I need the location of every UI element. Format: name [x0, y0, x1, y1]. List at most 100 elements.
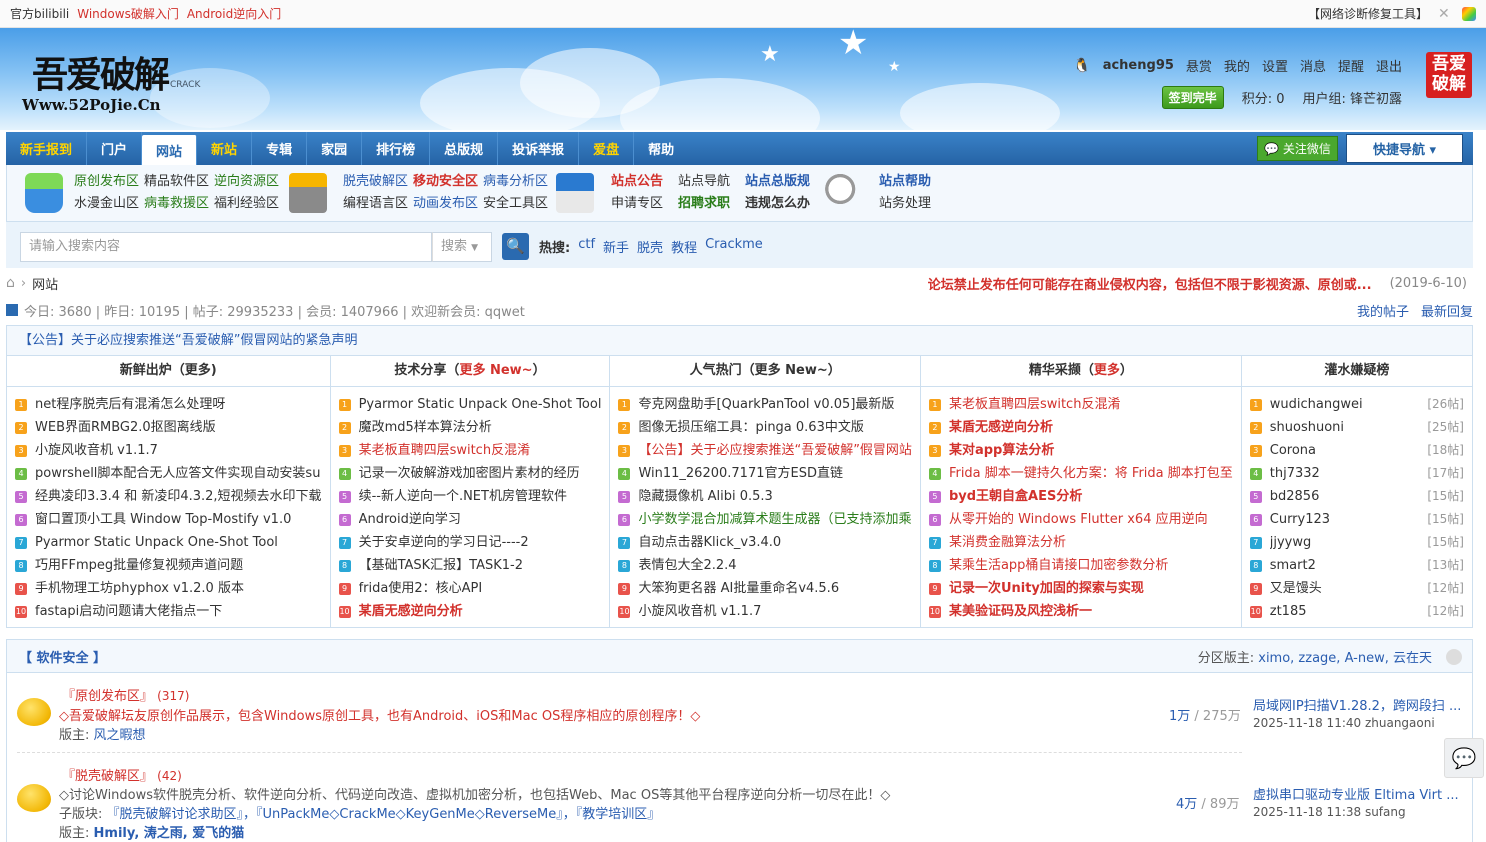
- menu-logout[interactable]: 退出: [1376, 56, 1402, 75]
- list-item[interactable]: 8 【基础TASK汇报】TASK1-2: [338, 554, 610, 577]
- sub-siterules[interactable]: 站点总版规: [745, 174, 810, 189]
- list-item[interactable]: 1 某老板直聘四层switch反混淆: [928, 393, 1241, 416]
- item-title[interactable]: 小旋风收音机 v1.1.7: [35, 439, 322, 462]
- head-more[interactable]: 更多 New~: [459, 363, 532, 378]
- item-title[interactable]: 又是馒头: [1270, 577, 1428, 600]
- sub-site-affairs[interactable]: 站务处理: [879, 196, 931, 211]
- column-head[interactable]: 人气热门（更多 New~）: [610, 356, 920, 387]
- item-title[interactable]: 某老板直聘四层switch反混淆: [359, 439, 602, 462]
- last-post-link[interactable]: 局域网IP扫描V1.28.2，跨网段扫 ...: [1253, 695, 1461, 714]
- head-more[interactable]: 更多: [1094, 363, 1120, 378]
- list-item[interactable]: 6 小学数学混合加减算术题生成器（已支持添加乘: [618, 508, 919, 531]
- forum-mods[interactable]: 风之暇想: [94, 728, 146, 743]
- item-title[interactable]: Corona: [1270, 439, 1428, 462]
- list-item[interactable]: 4 Frida 脚本一键持久化方案：将 Frida 脚本打包至: [928, 462, 1241, 485]
- list-item[interactable]: 5 byd王朝自盒AES分析: [928, 485, 1241, 508]
- item-title[interactable]: 某盾无感逆向分析: [949, 416, 1233, 439]
- nav-help[interactable]: 帮助: [634, 132, 688, 165]
- top-notice-link[interactable]: 论坛禁止发布任何可能存在商业侵权内容，包括但不限于影视资源、原创或...: [928, 274, 1372, 293]
- item-title[interactable]: 记录一次Unity加固的探索与实现: [949, 577, 1233, 600]
- list-item[interactable]: 9 frida使用2：核心API: [338, 577, 610, 600]
- collapse-icon[interactable]: [1446, 649, 1462, 665]
- hot-tutorial[interactable]: 教程: [671, 237, 697, 256]
- item-title[interactable]: frida使用2：核心API: [359, 577, 602, 600]
- item-title[interactable]: 某乘生活app桶自请接口加密参数分析: [949, 554, 1233, 577]
- list-item[interactable]: 8 表情包大全2.2.4: [618, 554, 919, 577]
- item-title[interactable]: 表情包大全2.2.4: [638, 554, 911, 577]
- item-title[interactable]: 某盾无感逆向分析: [359, 600, 602, 623]
- item-title[interactable]: byd王朝自盒AES分析: [949, 485, 1233, 508]
- list-item[interactable]: 9 记录一次Unity加固的探索与实现: [928, 577, 1241, 600]
- forum-subs[interactable]: 『脱壳破解讨论求助区』，『UnPackMe◇CrackMe◇KeyGenMe◇R…: [107, 807, 661, 822]
- list-item[interactable]: 3 【公告】关于必应搜索推送“吾爱破解”假冒网站: [618, 439, 919, 462]
- nav-portal[interactable]: 门户: [87, 132, 143, 165]
- menu-mine[interactable]: 我的: [1224, 56, 1250, 75]
- forum-name[interactable]: 『原创发布区』: [62, 689, 153, 704]
- list-item[interactable]: 7 关于安卓逆向的学习日记----2: [338, 531, 610, 554]
- item-title[interactable]: 小学数学混合加减算术题生成器（已支持添加乘: [638, 508, 911, 531]
- item-title[interactable]: 小旋风收音机 v1.1.7: [638, 600, 911, 623]
- column-head[interactable]: 精华采撷（更多）: [920, 356, 1241, 387]
- sub-sitenav[interactable]: 站点导航: [678, 174, 730, 189]
- item-title[interactable]: Win11_26200.7171官方ESD直链: [638, 462, 911, 485]
- forum-mods[interactable]: Hmily, 涛之雨, 爱飞的猫: [94, 826, 245, 841]
- nav-newbie[interactable]: 新手报到: [6, 132, 88, 165]
- hot-crackme[interactable]: Crackme: [705, 237, 763, 256]
- item-title[interactable]: 图像无损压缩工具：pinga 0.63中文版: [638, 416, 911, 439]
- user-group[interactable]: 用户组: 锋芒初露: [1302, 88, 1402, 107]
- list-item[interactable]: 1 夸克网盘助手[QuarkPanTool v0.05]最新版: [618, 393, 919, 416]
- android-reverse-link[interactable]: Android逆向入门: [187, 5, 281, 22]
- latest-replies-link[interactable]: 最新回复: [1421, 301, 1473, 320]
- item-title[interactable]: smart2: [1270, 554, 1428, 577]
- sub-welfare[interactable]: 福利经验区: [214, 196, 279, 211]
- list-item[interactable]: 5 隐藏摄像机 Alibi 0.5.3: [618, 485, 919, 508]
- list-item[interactable]: 2 某盾无感逆向分析: [928, 416, 1241, 439]
- nav-report[interactable]: 投诉举报: [498, 132, 580, 165]
- list-item[interactable]: 5 续--新人逆向一个.NET机房管理软件: [338, 485, 610, 508]
- quick-nav-button[interactable]: 快捷导航 ▾: [1345, 134, 1463, 163]
- site-logo[interactable]: 吾爱破解 Www.52PoJie.Cn CRACK: [14, 46, 214, 126]
- list-item[interactable]: 8 某乘生活app桶自请接口加密参数分析: [928, 554, 1241, 577]
- list-item[interactable]: 5 经典凌印3.3.4 和 新凌印4.3.2,短视频去水印下载: [15, 485, 330, 508]
- item-title[interactable]: 某对app算法分析: [949, 439, 1233, 462]
- item-title[interactable]: 【公告】关于必应搜索推送“吾爱破解”假冒网站: [638, 439, 911, 462]
- list-item[interactable]: 10 某美验证码及风控浅析一: [928, 600, 1241, 623]
- list-item[interactable]: 1 net程序脱壳后有混淆怎么处理呀: [15, 393, 330, 416]
- list-item[interactable]: 4 Win11_26200.7171官方ESD直链: [618, 462, 919, 485]
- section-mods[interactable]: ximo, zzage, A-new, 云在天: [1258, 651, 1432, 666]
- nav-album[interactable]: 专辑: [252, 132, 308, 165]
- nav-aipan[interactable]: 爱盘: [579, 132, 635, 165]
- sub-reverse-res[interactable]: 逆向资源区: [214, 174, 279, 189]
- list-item[interactable]: 4 powrshell脚本配合无人应答文件实现自动安装su: [15, 462, 330, 485]
- home-icon[interactable]: ⌂: [6, 275, 15, 291]
- item-title[interactable]: 【基础TASK汇报】TASK1-2: [359, 554, 602, 577]
- list-item[interactable]: 3 某老板直聘四层switch反混淆: [338, 439, 610, 462]
- sub-software[interactable]: 精品软件区: [144, 174, 209, 189]
- sub-programming[interactable]: 编程语言区: [343, 196, 408, 211]
- item-title[interactable]: 从零开始的 Windows Flutter x64 应用逆向: [949, 508, 1233, 531]
- column-head[interactable]: 新鲜出炉（更多): [7, 356, 330, 387]
- sub-sec-tools[interactable]: 安全工具区: [483, 196, 548, 211]
- list-item[interactable]: 1 wudichangwei [26帖]: [1249, 393, 1472, 416]
- list-item[interactable]: 5 bd2856 [15帖]: [1249, 485, 1472, 508]
- item-title[interactable]: jjyywg: [1270, 531, 1428, 554]
- app-icon[interactable]: [1462, 6, 1476, 21]
- list-item[interactable]: 6 窗口置顶小工具 Window Top-Mostify v1.0: [15, 508, 330, 531]
- nav-rules[interactable]: 总版规: [430, 132, 499, 165]
- list-item[interactable]: 3 某对app算法分析: [928, 439, 1241, 462]
- list-item[interactable]: 2 shuoshuoni [25帖]: [1249, 416, 1472, 439]
- list-item[interactable]: 7 Pyarmor Static Unpack One-Shot Tool: [15, 531, 330, 554]
- item-title[interactable]: Android逆向学习: [359, 508, 602, 531]
- list-item[interactable]: 7 jjyywg [15帖]: [1249, 531, 1472, 554]
- list-item[interactable]: 3 Corona [18帖]: [1249, 439, 1472, 462]
- sub-virus-analysis[interactable]: 病毒分析区: [483, 174, 548, 189]
- list-item[interactable]: 2 图像无损压缩工具：pinga 0.63中文版: [618, 416, 919, 439]
- item-title[interactable]: Frida 脚本一键持久化方案：将 Frida 脚本打包至: [949, 462, 1233, 485]
- list-item[interactable]: 2 WEB界面RMBG2.0抠图离线版: [15, 416, 330, 439]
- list-item[interactable]: 8 smart2 [13帖]: [1249, 554, 1472, 577]
- sub-apply[interactable]: 申请专区: [611, 196, 663, 211]
- menu-bounty[interactable]: 悬赏: [1186, 56, 1212, 75]
- list-item[interactable]: 1 Pyarmor Static Unpack One-Shot Tool: [338, 393, 610, 416]
- hot-newbie[interactable]: 新手: [603, 237, 629, 256]
- list-item[interactable]: 4 thj7332 [17帖]: [1249, 462, 1472, 485]
